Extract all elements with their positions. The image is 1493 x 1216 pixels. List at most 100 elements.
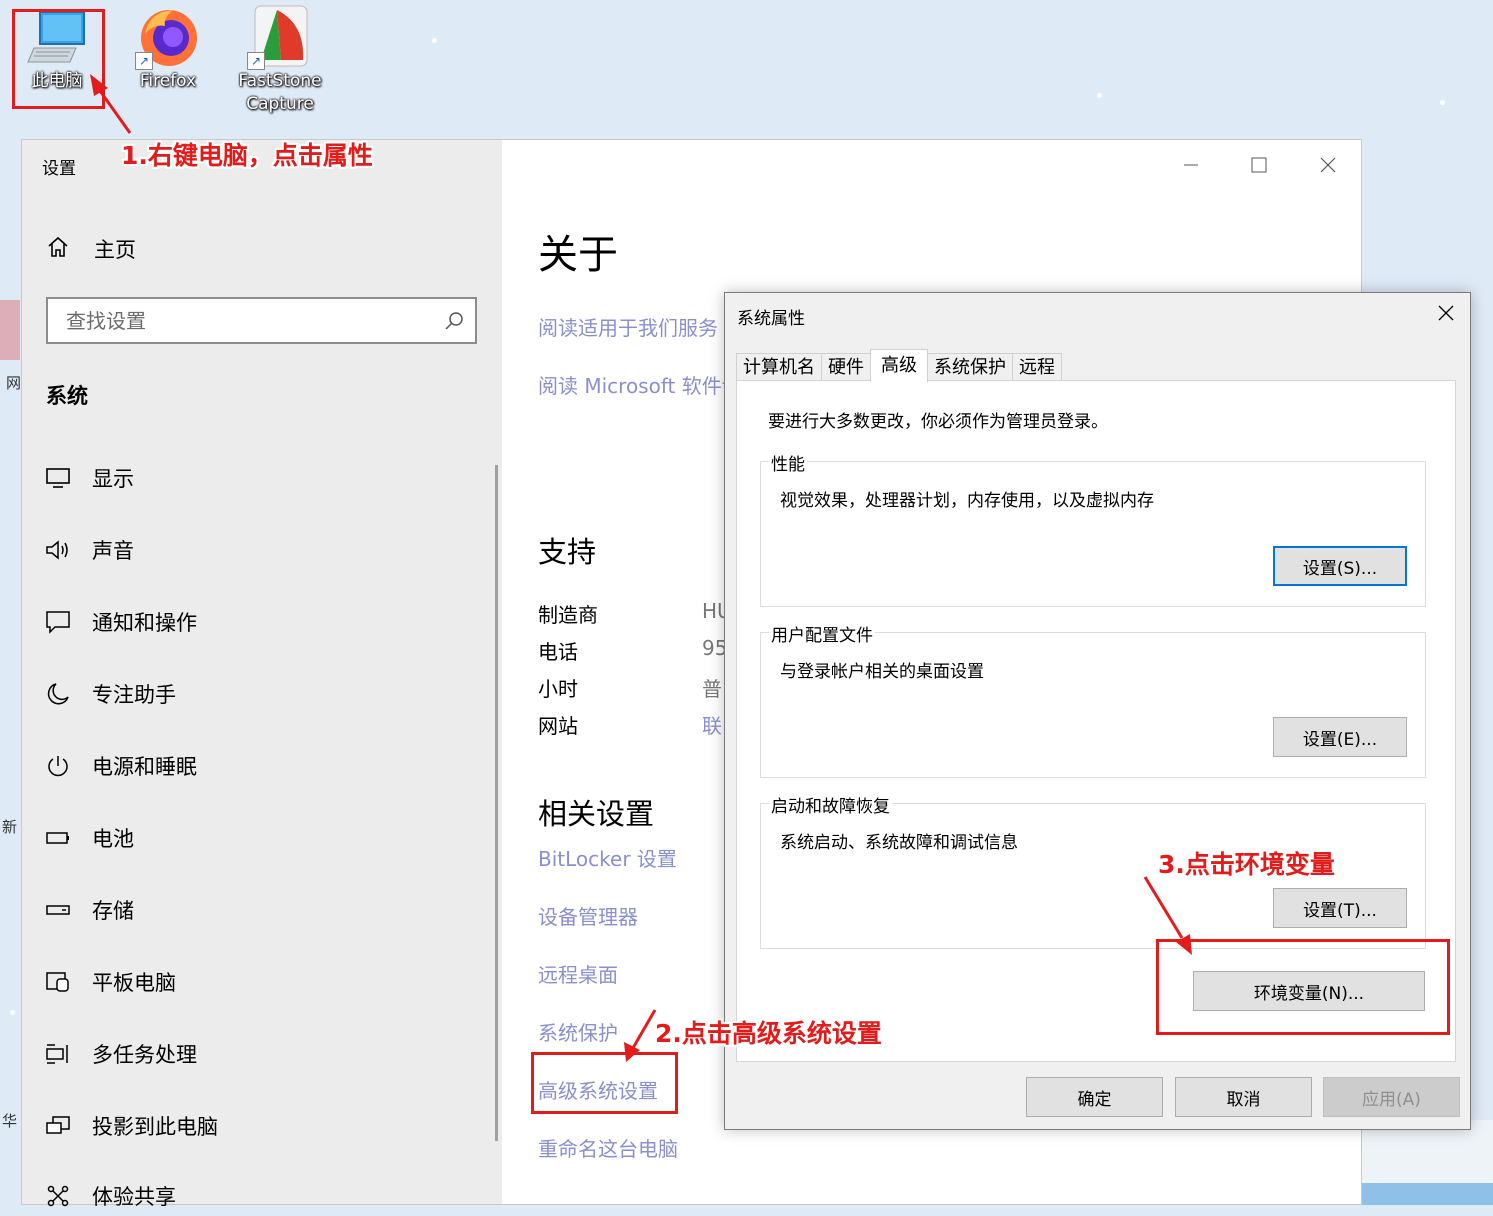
close-icon[interactable] — [1436, 303, 1456, 323]
link-bitlocker[interactable]: BitLocker 设置 — [538, 843, 677, 872]
nav-home-label: 主页 — [94, 238, 136, 262]
performance-settings-button[interactable]: 设置(S)... — [1273, 546, 1407, 586]
nav-item-label: 投影到此电脑 — [92, 1115, 218, 1139]
nav-item-label: 体验共享 — [92, 1185, 176, 1209]
dialog-tabs: 计算机名 硬件 高级 系统保护 远程 — [736, 349, 1062, 382]
nav-item-display[interactable]: 显示 — [44, 458, 134, 498]
nav-item-label: 专注助手 — [92, 683, 176, 707]
settings-sidebar: 设置 主页 系统 显示 声音 通知和操作 专注助手 — [22, 140, 502, 1209]
battery-icon — [44, 824, 72, 852]
desktop-fragment-text: 新 — [2, 818, 18, 836]
nav-item-label: 存储 — [92, 899, 134, 923]
link-license-terms[interactable]: 阅读 Microsoft 软件许 — [538, 370, 742, 399]
startup-recovery-settings-button[interactable]: 设置(T)... — [1273, 888, 1407, 928]
tab-computer-name[interactable]: 计算机名 — [736, 353, 822, 382]
tab-hardware[interactable]: 硬件 — [821, 353, 871, 382]
highlight-box-advanced-settings — [531, 1052, 678, 1114]
search-icon[interactable] — [443, 310, 465, 332]
desktop-fragment-text: 华 — [2, 1112, 18, 1130]
firefox-icon: ↗ — [135, 4, 201, 70]
group-description: 与登录帐户相关的桌面设置 — [780, 662, 984, 682]
group-label: 性能 — [769, 450, 807, 475]
desktop-fragment — [0, 300, 20, 360]
nav-item-project[interactable]: 投影到此电脑 — [44, 1106, 218, 1146]
link-system-protection[interactable]: 系统保护 — [538, 1017, 618, 1046]
desktop-icon-faststone-capture[interactable]: ↗ FastStone Capture — [232, 4, 328, 116]
nav-item-label: 电源和睡眠 — [92, 755, 197, 779]
ok-button[interactable]: 确定 — [1026, 1077, 1163, 1117]
shortcut-arrow-icon: ↗ — [135, 52, 153, 70]
desktop-icon-label: FastStone — [238, 71, 322, 91]
support-label: 制造商 — [538, 603, 598, 627]
nav-item-shared-experiences[interactable]: 体验共享 — [44, 1176, 176, 1216]
search-box[interactable] — [46, 297, 477, 344]
tab-system-protection[interactable]: 系统保护 — [927, 353, 1013, 382]
admin-note: 要进行大多数更改，你必须作为管理员登录。 — [768, 412, 1108, 432]
search-input[interactable] — [64, 308, 428, 334]
desktop-icon-label: Capture — [246, 94, 314, 114]
minimize-icon[interactable] — [1177, 154, 1205, 176]
annotation-step1: 1.右键电脑，点击属性 — [121, 141, 373, 170]
section-header: 系统 — [46, 384, 88, 408]
faststone-capture-icon: ↗ — [247, 4, 313, 70]
desktop-fragment-text: 网 — [6, 374, 22, 392]
nav-item-tablet[interactable]: 平板电脑 — [44, 962, 176, 1002]
tablet-icon — [44, 968, 72, 996]
power-icon — [44, 752, 72, 780]
close-icon[interactable] — [1314, 154, 1342, 176]
nav-item-notifications[interactable]: 通知和操作 — [44, 602, 197, 642]
group-performance: 性能 视觉效果，处理器计划，内存使用，以及虚拟内存 设置(S)... — [760, 450, 1426, 607]
monitor-icon — [44, 464, 72, 492]
link-remote-desktop[interactable]: 远程桌面 — [538, 959, 618, 988]
nav-item-power[interactable]: 电源和睡眠 — [44, 746, 197, 786]
home-icon — [46, 235, 70, 264]
link-rename-pc[interactable]: 重命名这台电脑 — [538, 1133, 678, 1162]
nav-item-label: 平板电脑 — [92, 971, 176, 995]
link-device-manager[interactable]: 设备管理器 — [538, 901, 638, 930]
share-icon — [44, 1182, 72, 1210]
maximize-icon[interactable] — [1245, 154, 1273, 176]
nav-item-label: 多任务处理 — [92, 1043, 197, 1067]
nav-home[interactable]: 主页 — [46, 234, 136, 264]
tab-remote[interactable]: 远程 — [1012, 353, 1062, 382]
group-description: 视觉效果，处理器计划，内存使用，以及虚拟内存 — [780, 491, 1154, 511]
dialog-title: 系统属性 — [737, 309, 805, 329]
desktop-icon-label: Firefox — [139, 71, 197, 91]
group-description: 系统启动、系统故障和调试信息 — [780, 833, 1018, 853]
nav-item-multitasking[interactable]: 多任务处理 — [44, 1034, 197, 1074]
project-icon — [44, 1112, 72, 1140]
annotation-step2: 2.点击高级系统设置 — [655, 1019, 882, 1048]
nav-item-battery[interactable]: 电池 — [44, 818, 134, 858]
related-settings-header: 相关设置 — [538, 797, 655, 831]
tab-advanced[interactable]: 高级 — [870, 349, 928, 382]
nav-item-focus-assist[interactable]: 专注助手 — [44, 674, 176, 714]
nav-item-sound[interactable]: 声音 — [44, 530, 134, 570]
storage-icon — [44, 896, 72, 924]
multitask-icon — [44, 1040, 72, 1068]
apply-button[interactable]: 应用(A) — [1323, 1077, 1460, 1117]
highlight-box-this-pc — [12, 9, 105, 109]
support-label: 电话 — [538, 640, 578, 664]
group-label: 用户配置文件 — [769, 621, 875, 646]
wallpaper-sky — [1362, 1183, 1493, 1205]
nav-item-storage[interactable]: 存储 — [44, 890, 134, 930]
support-label: 小时 — [538, 677, 578, 701]
nav-item-label: 显示 — [92, 467, 134, 491]
highlight-box-env-variables — [1156, 939, 1450, 1035]
nav-item-label: 通知和操作 — [92, 611, 197, 635]
speaker-icon — [44, 536, 72, 564]
annotation-step3: 3.点击环境变量 — [1158, 850, 1335, 879]
page-title: 关于 — [538, 232, 618, 278]
link-service-agreement[interactable]: 阅读适用于我们服务 — [538, 312, 718, 341]
window-title: 设置 — [42, 159, 76, 179]
desktop-icon-firefox[interactable]: ↗ Firefox — [120, 4, 216, 93]
shortcut-arrow-icon: ↗ — [247, 52, 265, 70]
support-header: 支持 — [538, 535, 597, 569]
sidebar-scrollbar[interactable] — [495, 465, 498, 1141]
support-website-link[interactable]: 联 — [702, 710, 722, 739]
notification-icon — [44, 608, 72, 636]
user-profiles-settings-button[interactable]: 设置(E)... — [1273, 717, 1407, 757]
cancel-button[interactable]: 取消 — [1175, 1077, 1312, 1117]
moon-icon — [44, 680, 72, 708]
support-label: 网站 — [538, 714, 578, 738]
